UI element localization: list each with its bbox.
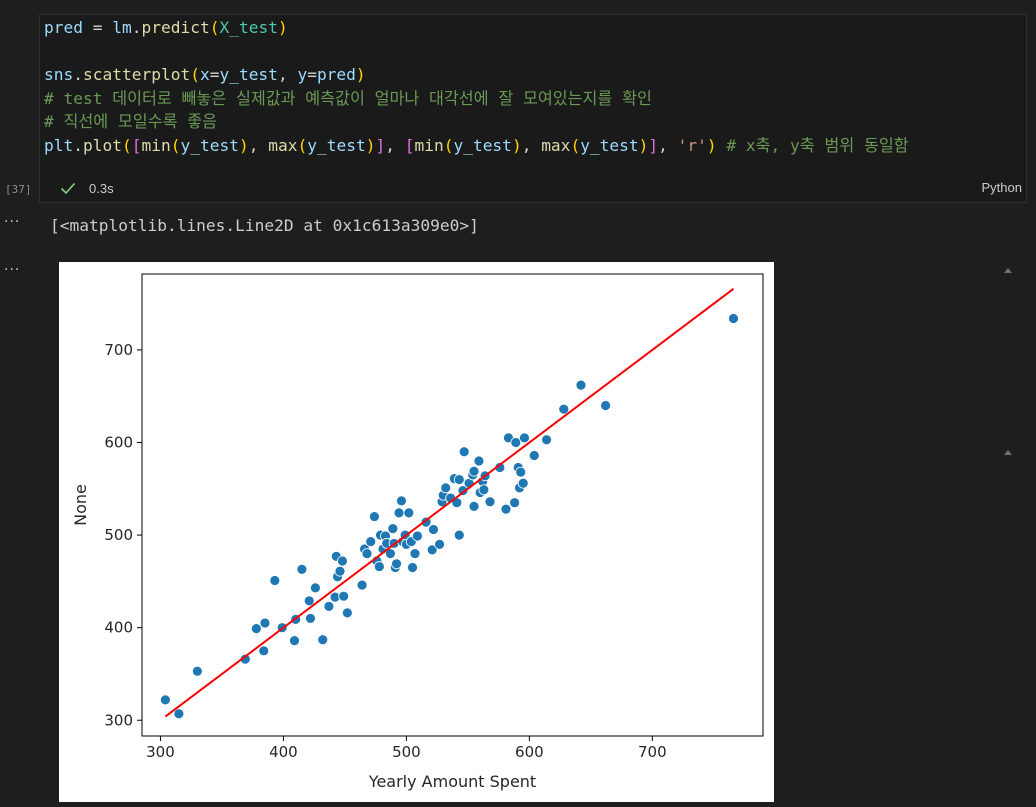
y-tick-label: 500 bbox=[104, 526, 133, 544]
y-tick-label: 300 bbox=[104, 711, 133, 729]
execution-count: [37] bbox=[5, 183, 32, 196]
scatter-point bbox=[453, 529, 465, 541]
scatter-point bbox=[409, 548, 421, 560]
scatter-point bbox=[458, 446, 470, 458]
scatter-point bbox=[473, 455, 485, 467]
scatter-point bbox=[519, 432, 530, 444]
scatter-point bbox=[728, 313, 739, 324]
cell-status: 0.3s bbox=[59, 178, 114, 198]
scatter-point bbox=[407, 562, 418, 573]
scatter-point bbox=[478, 484, 490, 496]
output-more-icon-2[interactable]: ··· bbox=[4, 262, 20, 278]
scatter-point bbox=[259, 617, 271, 629]
plot-output: 300 400 500 600 700 300 400 500 600 700 Yearly Amo… bbox=[59, 262, 774, 802]
cell-language[interactable]: Python bbox=[982, 180, 1022, 195]
scatter-point bbox=[250, 623, 262, 635]
output-text: [<matplotlib.lines.Line2D at 0x1c613a309… bbox=[50, 216, 479, 235]
scatter-point bbox=[159, 694, 171, 706]
scatter-point bbox=[173, 708, 185, 720]
scatter-point bbox=[269, 575, 281, 586]
output-more-icon[interactable]: ··· bbox=[4, 214, 20, 230]
scatter-point bbox=[600, 400, 611, 411]
scatter-point bbox=[356, 579, 368, 591]
scatter-point bbox=[403, 507, 415, 519]
scatter-point bbox=[296, 563, 308, 575]
scatter-point bbox=[515, 466, 527, 478]
scatter-point bbox=[387, 523, 399, 535]
scatter-point bbox=[528, 450, 540, 461]
scatter-point bbox=[412, 530, 423, 542]
scatter-point bbox=[305, 613, 316, 624]
scatter-point bbox=[361, 548, 373, 560]
x-tick-label: 700 bbox=[638, 743, 667, 761]
scatter-chart: 300 400 500 600 700 300 400 500 600 700 Yearly Amo… bbox=[71, 273, 764, 791]
y-tick-label: 400 bbox=[104, 619, 133, 637]
scatter-point bbox=[517, 477, 529, 489]
scatter-point bbox=[468, 465, 480, 477]
scatter-point bbox=[323, 600, 335, 612]
x-tick-label: 400 bbox=[269, 743, 298, 761]
scatter-point bbox=[391, 558, 402, 570]
scatter-point bbox=[341, 607, 353, 619]
scatter-point bbox=[334, 565, 346, 577]
x-axis-label: Yearly Amount Spent bbox=[368, 772, 536, 791]
x-tick-label: 500 bbox=[392, 743, 421, 761]
scatter-point bbox=[428, 524, 439, 535]
scatter-point bbox=[258, 645, 270, 657]
code-editor[interactable]: pred = lm.predict(X_test) sns.scatterplo… bbox=[44, 16, 909, 157]
scatter-point bbox=[558, 403, 570, 415]
x-tick-label: 600 bbox=[515, 743, 544, 761]
scatter-point bbox=[365, 536, 377, 547]
scatter-point bbox=[541, 434, 552, 446]
scatter-point bbox=[303, 595, 315, 607]
scroll-up-icon[interactable] bbox=[1004, 268, 1012, 273]
scatter-point bbox=[373, 561, 385, 572]
x-tick-label: 300 bbox=[146, 743, 175, 761]
scatter-point bbox=[393, 507, 405, 519]
scatter-point bbox=[191, 665, 203, 677]
scatter-point bbox=[338, 590, 350, 602]
scatter-point bbox=[453, 474, 465, 485]
scroll-up-icon-2[interactable] bbox=[1004, 450, 1012, 455]
scatter-point bbox=[369, 511, 380, 522]
scatter-point bbox=[509, 497, 521, 509]
scatter-point bbox=[309, 582, 321, 594]
scatter-point bbox=[434, 538, 445, 550]
scatter-point bbox=[396, 495, 407, 507]
scatter-point bbox=[484, 496, 496, 508]
scatter-point bbox=[575, 379, 587, 391]
scatter-point bbox=[317, 634, 329, 646]
check-icon bbox=[60, 182, 76, 195]
scatter-point bbox=[440, 482, 452, 494]
scatter-point bbox=[289, 635, 300, 647]
y-tick-label: 600 bbox=[104, 434, 133, 452]
scatter-point bbox=[468, 500, 480, 512]
scatter-point bbox=[337, 555, 348, 567]
y-axis-label: None bbox=[71, 484, 90, 526]
scatter-point bbox=[500, 503, 512, 515]
execution-time: 0.3s bbox=[89, 180, 114, 196]
y-tick-label: 700 bbox=[104, 341, 133, 359]
